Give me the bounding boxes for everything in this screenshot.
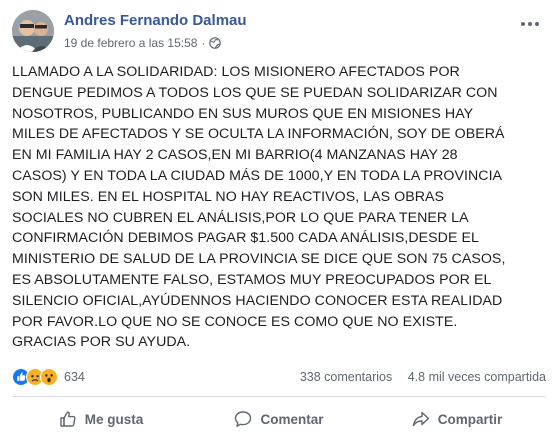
author-name[interactable]: Andres Fernando Dalmau xyxy=(64,12,247,29)
post-text-line: ES ABSOLUTAMENTE FALSO, ESTAMOS MUY PREO… xyxy=(12,271,492,288)
share-button[interactable]: Compartir xyxy=(368,404,546,434)
post-text-line: MINISTERIO DE SALUD DE LA PROVINCIA SE D… xyxy=(12,251,506,268)
post-text-line: DENGUE PEDIMOS A TODOS LOS QUE SE PUEDAN… xyxy=(12,84,498,101)
comments-count[interactable]: 338 comentarios xyxy=(300,370,392,384)
like-button[interactable]: Me gusta xyxy=(12,404,190,434)
post-text-line: CASOS) Y EN TODA LA CIUDAD MÁS DE 1000,Y… xyxy=(12,167,503,184)
more-dot-icon xyxy=(535,22,539,26)
thumbs-up-icon xyxy=(60,411,76,427)
like-label: Me gusta xyxy=(84,411,144,427)
divider xyxy=(12,396,546,397)
post-timestamp[interactable]: 19 de febrero a las 15:58 xyxy=(64,36,197,50)
meta-separator: · xyxy=(201,36,206,50)
more-dot-icon xyxy=(528,22,532,26)
wow-reaction-icon xyxy=(40,368,58,386)
avatar[interactable] xyxy=(12,10,54,52)
post-text-line: POR FAVOR.LO QUE NO SE CONOCE ES COMO QU… xyxy=(12,313,458,330)
engagement-counts: 338 comentarios 4.8 mil veces compartida xyxy=(300,370,546,384)
reaction-count: 634 xyxy=(64,370,85,384)
share-label: Compartir xyxy=(437,411,503,427)
post-text-line: EN MI FAMILIA HAY 2 CASOS,EN MI BARRIO(4… xyxy=(12,147,458,164)
share-icon xyxy=(412,411,429,427)
post-text-line: GRACIAS POR SU AYUDA. xyxy=(12,334,191,351)
post-stats: 634 338 comentarios 4.8 mil veces compar… xyxy=(12,368,546,388)
post-actions: Me gusta Comentar Compartir xyxy=(12,404,546,434)
more-options-button[interactable] xyxy=(518,14,542,34)
profile-photo xyxy=(12,10,54,52)
more-dot-icon xyxy=(521,22,525,26)
post-text: LLAMADO A LA SOLIDARIDAD: LOS MISIONERO … xyxy=(12,62,546,353)
facebook-post: Andres Fernando Dalmau 19 de febrero a l… xyxy=(0,0,558,440)
shares-count[interactable]: 4.8 mil veces compartida xyxy=(408,370,546,384)
post-text-line: MILES DE AFECTADOS Y SE OCULTA LA INFORM… xyxy=(12,126,505,143)
post-text-line: CONFIRMACIÓN DEBIMOS PAGAR $1.500 CADA A… xyxy=(12,230,479,247)
comment-icon xyxy=(235,411,252,427)
post-text-line: NOSOTROS, PUBLICANDO EN SUS MUROS QUE EN… xyxy=(12,105,474,122)
post-meta: 19 de febrero a las 15:58 · xyxy=(64,36,222,50)
post-text-line: SOCIALES NO CUBREN EL ANÁLISIS,POR LO QU… xyxy=(12,209,469,226)
post-text-line: LLAMADO A LA SOLIDARIDAD: LOS MISIONERO … xyxy=(12,64,460,80)
post-text-line: SON MILES. EN EL HOSPITAL NO HAY REACTIV… xyxy=(12,188,445,205)
post-text-line: SILENCIO OFICIAL,AYÚDENNOS HACIENDO CONO… xyxy=(12,292,503,309)
reactions-summary[interactable]: 634 xyxy=(12,368,85,386)
comment-label: Comentar xyxy=(260,411,324,427)
globe-icon xyxy=(209,37,222,49)
post-header: Andres Fernando Dalmau 19 de febrero a l… xyxy=(12,10,542,54)
comment-button[interactable]: Comentar xyxy=(190,404,368,434)
